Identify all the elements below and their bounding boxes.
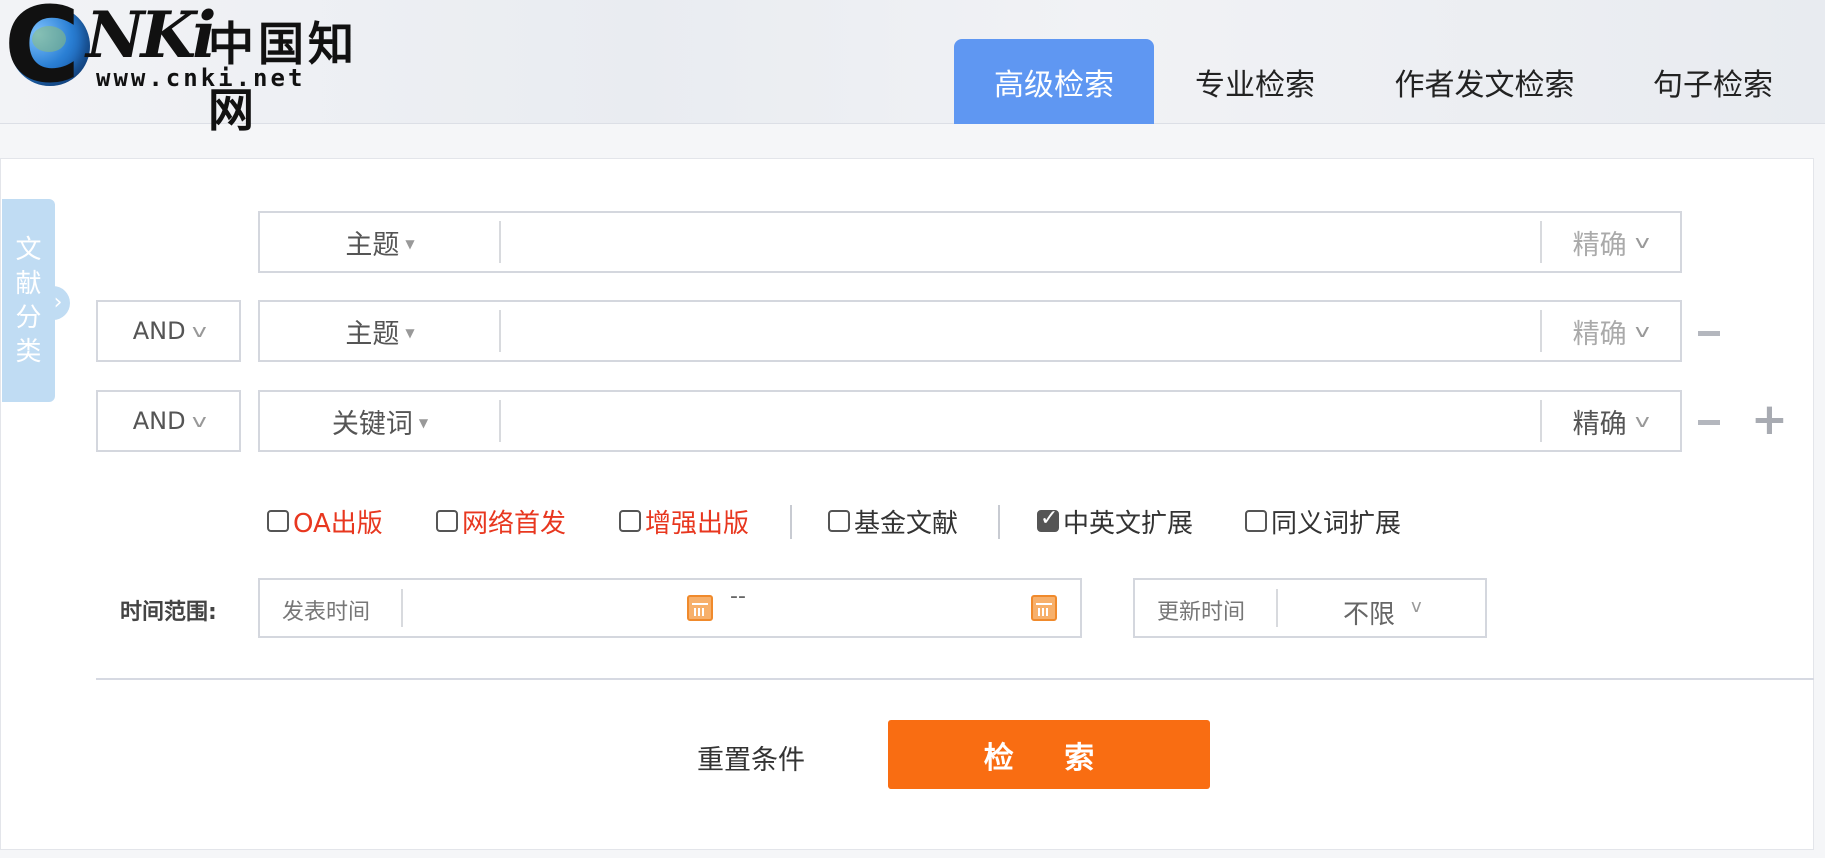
logic-operator-select[interactable]: AND v: [96, 300, 241, 362]
date-range-separator: --: [730, 584, 746, 609]
search-row-3: 关键词 ▼ 精确 v: [258, 390, 1682, 452]
match-mode-select[interactable]: 精确 v: [1540, 392, 1680, 450]
calendar-icon[interactable]: [1031, 595, 1057, 621]
logo-url: www.cnki.net: [96, 64, 306, 92]
chevron-down-icon: v: [1411, 596, 1422, 617]
publish-start-date[interactable]: [410, 586, 644, 632]
caret-down-icon: ▼: [418, 416, 429, 430]
search-term-input[interactable]: [510, 308, 1534, 354]
search-term-input[interactable]: [510, 398, 1534, 444]
reset-button[interactable]: 重置条件: [697, 738, 805, 777]
checkbox[interactable]: [828, 510, 850, 532]
add-row-button[interactable]: +: [1751, 398, 1788, 442]
field-select[interactable]: 主题 ▼: [260, 302, 500, 360]
divider: [1276, 589, 1278, 627]
option-cn-en-expand[interactable]: 中英文扩展: [1037, 503, 1193, 539]
tab-advanced-search[interactable]: 高级检索: [954, 39, 1154, 124]
divider: [998, 505, 1000, 539]
publish-time-range: 发表时间 --: [258, 578, 1082, 638]
remove-row-button[interactable]: [1698, 331, 1720, 336]
search-row-1: 主题 ▼ 精确 v: [258, 211, 1682, 273]
cnki-logo[interactable]: C NKi 中国知网 www.cnki.net: [4, 0, 368, 137]
calendar-icon[interactable]: [687, 595, 713, 621]
divider: [790, 505, 792, 539]
chevron-down-icon: v: [1634, 320, 1650, 342]
logic-operator-label: AND: [132, 317, 186, 345]
option-label: 同义词扩展: [1271, 508, 1402, 539]
checkbox[interactable]: [267, 510, 289, 532]
search-button[interactable]: 检 索: [888, 720, 1210, 789]
category-tab-char: 献: [15, 268, 42, 299]
category-tab-char: 文: [15, 234, 42, 265]
publish-end-date[interactable]: [765, 586, 999, 632]
match-mode-label: 精确: [1572, 408, 1627, 440]
time-range-label: 时间范围:: [120, 600, 217, 625]
chevron-down-icon: v: [1634, 231, 1650, 253]
divider: [499, 310, 501, 352]
divider: [401, 589, 403, 627]
logic-operator-select[interactable]: AND v: [96, 390, 241, 452]
option-synonym-expand[interactable]: 同义词扩展: [1245, 503, 1401, 539]
publish-time-label: 发表时间: [282, 600, 371, 625]
header: C NKi 中国知网 www.cnki.net 高级检索 专业检索 作者发文检索…: [0, 0, 1825, 137]
option-online-first[interactable]: 网络首发: [436, 503, 566, 539]
category-tab-char: 分: [15, 302, 42, 333]
update-time-label: 更新时间: [1157, 600, 1246, 625]
logo-mark-c: C: [4, 0, 80, 106]
option-label: 基金文献: [854, 508, 959, 539]
option-label: 网络首发: [462, 508, 567, 539]
option-label: 增强出版: [645, 508, 750, 539]
checkbox-checked[interactable]: [1037, 506, 1059, 532]
chevron-down-icon: v: [191, 320, 207, 342]
field-select-label: 主题: [345, 318, 400, 350]
field-select[interactable]: 主题 ▼: [260, 213, 500, 271]
search-row-2: 主题 ▼ 精确 v: [258, 300, 1682, 362]
option-fund[interactable]: 基金文献: [828, 503, 958, 539]
field-select[interactable]: 关键词 ▼: [260, 392, 500, 450]
checkbox[interactable]: [619, 510, 641, 532]
logic-operator-label: AND: [132, 407, 186, 435]
option-label: OA出版: [293, 508, 383, 539]
checkbox[interactable]: [436, 510, 458, 532]
match-mode-select[interactable]: 精确 v: [1540, 213, 1680, 271]
logo-mark-nki: NKi: [86, 0, 216, 73]
remove-row-button[interactable]: [1698, 420, 1720, 425]
divider: [499, 400, 501, 442]
update-time-select[interactable]: 更新时间 不限 v: [1133, 578, 1487, 638]
option-oa[interactable]: OA出版: [267, 503, 383, 539]
tab-author-search[interactable]: 作者发文检索: [1372, 39, 1597, 124]
caret-down-icon: ▼: [405, 237, 415, 251]
search-term-input[interactable]: [510, 219, 1534, 265]
chevron-down-icon: v: [191, 410, 207, 432]
tab-sentence-search[interactable]: 句子检索: [1638, 39, 1788, 124]
caret-down-icon: ▼: [405, 326, 415, 340]
option-label: 中英文扩展: [1063, 508, 1194, 539]
chevron-down-icon: v: [1634, 410, 1650, 432]
match-mode-label: 精确: [1572, 229, 1627, 261]
match-mode-label: 精确: [1572, 318, 1627, 350]
section-divider: [96, 678, 1814, 680]
category-tab-char: 类: [15, 336, 42, 367]
option-enhanced[interactable]: 增强出版: [619, 503, 749, 539]
field-select-label: 关键词: [331, 408, 413, 440]
checkbox[interactable]: [1245, 510, 1267, 532]
update-time-value: 不限: [1343, 600, 1396, 630]
tab-professional-search[interactable]: 专业检索: [1160, 39, 1350, 124]
divider: [499, 221, 501, 263]
field-select-label: 主题: [345, 229, 400, 261]
match-mode-select[interactable]: 精确 v: [1540, 302, 1680, 360]
